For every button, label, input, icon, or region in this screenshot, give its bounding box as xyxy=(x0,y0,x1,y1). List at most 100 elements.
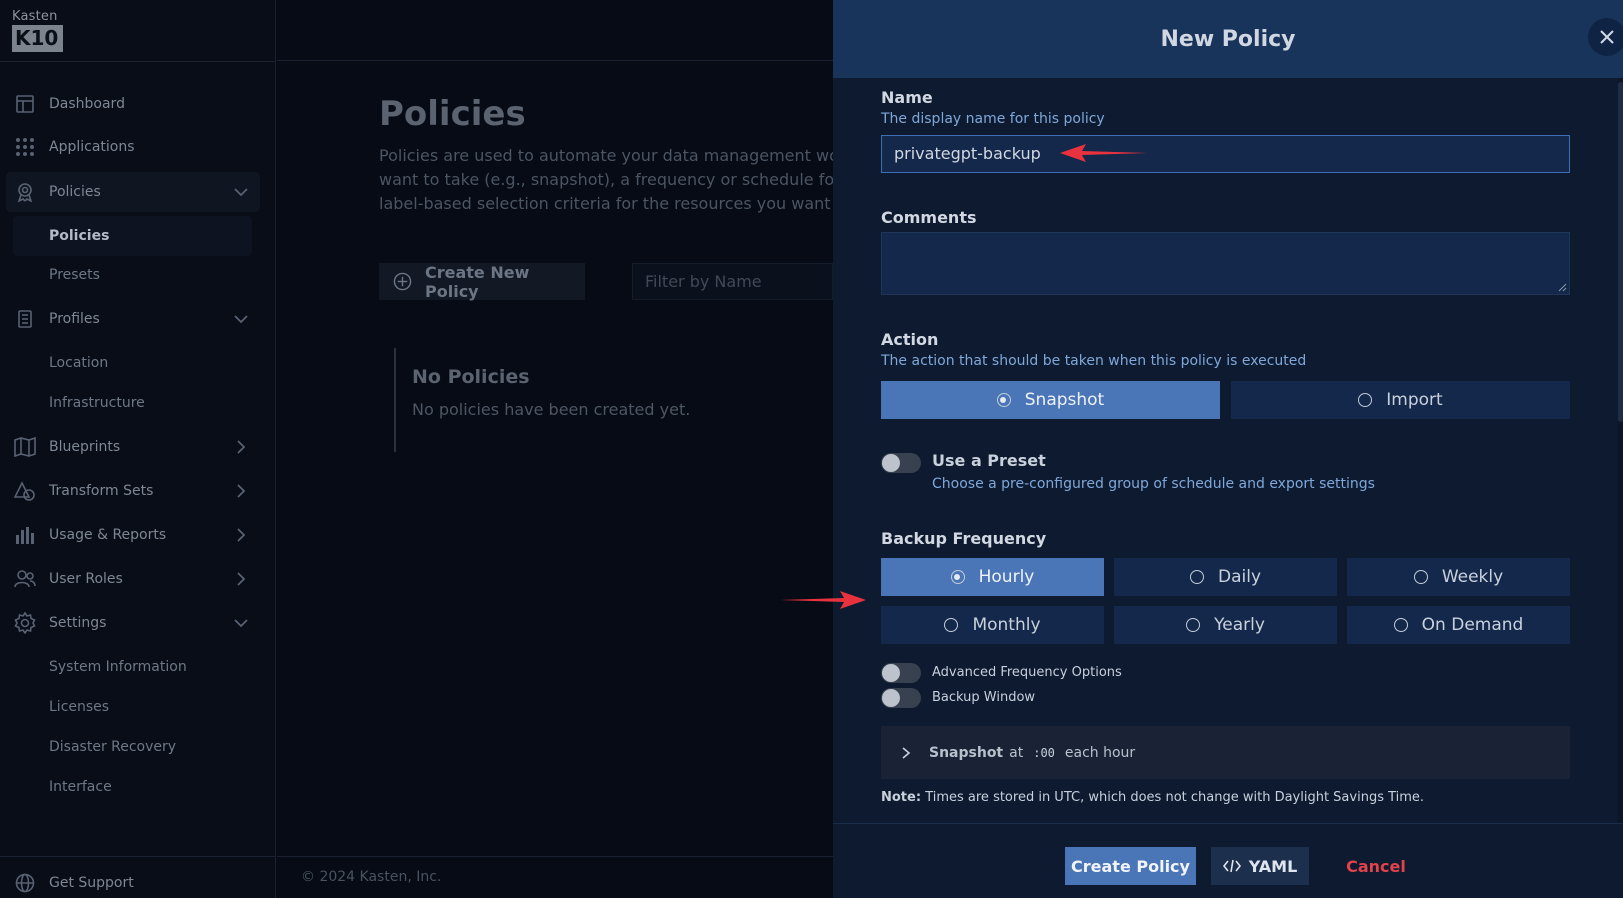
sidebar-subitem-location[interactable]: Location xyxy=(49,355,108,371)
option-label: Import xyxy=(1386,390,1443,410)
chevron-down-icon xyxy=(234,315,248,324)
sidebar-item-blueprints[interactable]: Blueprints xyxy=(0,427,276,467)
action-import-option[interactable]: Import xyxy=(1231,381,1570,419)
backup-frequency-label: Backup Frequency xyxy=(881,529,1047,548)
radio-unselected-icon xyxy=(944,618,959,632)
option-label: Weekly xyxy=(1441,567,1504,587)
use-preset-label: Use a Preset xyxy=(932,451,1046,470)
plus-circle-icon xyxy=(393,272,412,291)
sidebar-item-usage-reports[interactable]: Usage & Reports xyxy=(0,515,276,555)
sidebar-item-applications[interactable]: Applications xyxy=(0,127,276,167)
use-preset-help: Choose a pre-configured group of schedul… xyxy=(932,476,1375,492)
sidebar-item-label: User Roles xyxy=(49,571,123,587)
option-label: Snapshot xyxy=(1024,390,1105,410)
sidebar-item-label: Settings xyxy=(49,615,107,631)
frequency-weekly-option[interactable]: Weekly xyxy=(1347,558,1570,596)
radio-selected-icon xyxy=(996,393,1011,407)
kasten-logo[interactable]: Kasten K10 xyxy=(12,10,64,52)
action-snapshot-option[interactable]: Snapshot xyxy=(881,381,1220,419)
page-description-line: label-based selection criteria for the r… xyxy=(379,194,839,213)
empty-state-description: No policies have been created yet. xyxy=(412,400,691,419)
page-description-line: want to take (e.g., snapshot), a frequen… xyxy=(379,170,839,189)
schedule-summary[interactable]: Snapshot at :00 each hour xyxy=(881,726,1570,779)
chevron-right-icon xyxy=(237,572,246,586)
note-bold: Note: xyxy=(881,790,922,805)
sidebar-subitem-policies[interactable]: Policies xyxy=(13,216,252,256)
name-input[interactable]: privategpt-backup xyxy=(881,135,1570,173)
toggle-knob xyxy=(882,664,900,682)
sidebar-item-profiles[interactable]: Profiles xyxy=(0,299,276,339)
bar-chart-icon xyxy=(14,524,36,546)
frequency-hourly-option[interactable]: Hourly xyxy=(881,558,1104,596)
sidebar: Kasten K10 Dashboard Applications Polici… xyxy=(0,0,276,898)
chevron-down-icon xyxy=(234,619,248,628)
sidebar-subitem-licenses[interactable]: Licenses xyxy=(49,699,109,715)
sidebar-item-label: Profiles xyxy=(49,311,100,327)
sidebar-item-label: Usage & Reports xyxy=(49,527,167,543)
dashboard-icon xyxy=(14,93,36,115)
map-icon xyxy=(14,436,36,458)
sidebar-subitem-system-information[interactable]: System Information xyxy=(49,659,187,675)
chevron-right-icon xyxy=(237,440,246,454)
panel-footer: Create Policy YAML Cancel xyxy=(833,823,1623,898)
backup-window-toggle[interactable] xyxy=(881,688,921,708)
sidebar-item-label: Applications xyxy=(49,139,135,155)
sidebar-subitem-disaster-recovery[interactable]: Disaster Recovery xyxy=(49,739,176,755)
use-preset-toggle[interactable] xyxy=(881,453,921,473)
close-button[interactable] xyxy=(1588,18,1623,56)
users-icon xyxy=(14,568,36,590)
sidebar-item-dashboard[interactable]: Dashboard xyxy=(0,84,276,124)
sidebar-subitem-infrastructure[interactable]: Infrastructure xyxy=(49,395,145,411)
resize-grip-icon[interactable] xyxy=(1557,282,1567,292)
utc-note: Note: Times are stored in UTC, which doe… xyxy=(881,790,1424,805)
annotation-arrow-right-icon xyxy=(780,591,866,609)
create-new-policy-button[interactable]: Create New Policy xyxy=(379,262,585,301)
close-icon xyxy=(1600,30,1614,44)
create-new-policy-label: Create New Policy xyxy=(425,262,530,301)
logo-bottom-text: K10 xyxy=(12,25,63,52)
empty-state: No Policies No policies have been create… xyxy=(394,348,690,452)
yaml-label: YAML xyxy=(1248,856,1298,876)
get-support-link[interactable]: Get Support xyxy=(0,863,276,898)
panel-header: New Policy xyxy=(833,0,1623,78)
frequency-monthly-option[interactable]: Monthly xyxy=(881,606,1104,644)
award-icon xyxy=(14,181,36,203)
sidebar-item-user-roles[interactable]: User Roles xyxy=(0,559,276,599)
new-policy-panel: New Policy Name The display name for thi… xyxy=(833,0,1623,898)
create-policy-button[interactable]: Create Policy xyxy=(1065,847,1196,885)
advanced-frequency-label: Advanced Frequency Options xyxy=(932,665,1122,680)
filter-input[interactable]: Filter by Name xyxy=(632,263,833,300)
option-label: Monthly xyxy=(972,615,1041,635)
panel-title: New Policy xyxy=(1160,26,1296,52)
scrollbar-thumb[interactable] xyxy=(1618,82,1623,422)
copyright-footer: © 2024 Kasten, Inc. xyxy=(277,856,833,898)
logo-top-text: Kasten xyxy=(12,9,58,24)
name-label: Name xyxy=(881,88,933,107)
backup-window-label: Backup Window xyxy=(932,690,1036,705)
radio-selected-icon xyxy=(950,570,965,584)
frequency-daily-option[interactable]: Daily xyxy=(1114,558,1337,596)
yaml-button[interactable]: YAML xyxy=(1211,847,1309,885)
comments-textarea[interactable] xyxy=(881,232,1570,295)
code-icon xyxy=(1222,859,1241,873)
sidebar-item-policies[interactable]: Policies xyxy=(6,172,260,212)
schedule-each-text: each hour xyxy=(1064,744,1136,761)
frequency-yearly-option[interactable]: Yearly xyxy=(1114,606,1337,644)
frequency-on-demand-option[interactable]: On Demand xyxy=(1347,606,1570,644)
schedule-snapshot-text: Snapshot xyxy=(929,744,1004,761)
cancel-button[interactable]: Cancel xyxy=(1336,847,1416,885)
sidebar-item-label: Transform Sets xyxy=(49,483,154,499)
sidebar-item-transform-sets[interactable]: Transform Sets xyxy=(0,471,276,511)
radio-unselected-icon xyxy=(1189,570,1204,584)
divider xyxy=(0,61,276,62)
sidebar-subitem-presets[interactable]: Presets xyxy=(49,267,100,283)
schedule-minute-value: :00 xyxy=(1033,745,1055,760)
comments-label: Comments xyxy=(881,208,977,227)
page-title: Policies xyxy=(379,94,526,134)
grid-dots-icon xyxy=(14,136,36,158)
advanced-frequency-toggle[interactable] xyxy=(881,663,921,683)
name-help: The display name for this policy xyxy=(881,111,1105,127)
toggle-knob xyxy=(882,689,900,707)
sidebar-subitem-interface[interactable]: Interface xyxy=(49,779,112,795)
sidebar-item-settings[interactable]: Settings xyxy=(0,603,276,643)
